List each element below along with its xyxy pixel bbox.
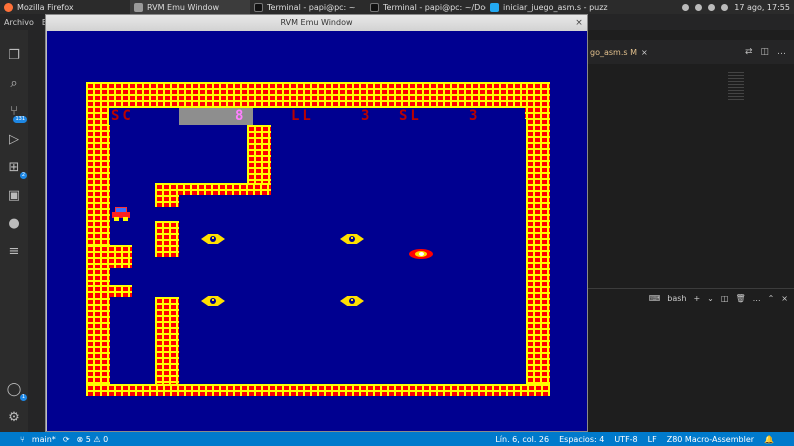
extensions-badge: 2 xyxy=(19,172,27,179)
end-of-line[interactable]: LF xyxy=(648,435,657,444)
emulator-titlebar[interactable]: RVM Emu Window × xyxy=(46,15,587,31)
firefox-icon xyxy=(4,2,13,12)
eye-enemy xyxy=(201,234,225,244)
branch-indicator[interactable]: main* xyxy=(32,435,56,444)
encoding[interactable]: UTF-8 xyxy=(614,435,637,444)
update-icon[interactable] xyxy=(721,3,729,11)
wall-bottom xyxy=(86,384,550,396)
stage-label: SL xyxy=(399,108,422,124)
run-debug-icon[interactable]: ▷ xyxy=(6,132,22,148)
split-terminal-icon[interactable]: ◫ xyxy=(721,294,729,303)
wall-pillar xyxy=(155,221,179,257)
taskbar-task-vscode[interactable]: iniciar_juego_asm.s - puzzle ... xyxy=(486,0,608,14)
branch-icon: ⑂ xyxy=(20,434,25,444)
task-label: Terminal - papi@pc: ~ xyxy=(267,2,356,12)
split-editor-icon[interactable]: ◫ xyxy=(760,47,769,57)
remote-icon[interactable]: ▣ xyxy=(6,188,22,204)
taskbar-task-terminal-docs[interactable]: Terminal - papi@pc: ~/Docu... xyxy=(366,0,486,14)
statusbar: ⑂ main* ⟳ ⊗ 5 ⚠ 0 Lín. 6, col. 26 Espaci… xyxy=(0,432,794,446)
more-icon[interactable]: … xyxy=(753,294,761,303)
taskbar: Mozilla Firefox RVM Emu Window Terminal … xyxy=(0,0,794,14)
wall-nub xyxy=(86,285,132,297)
menu-archivo[interactable]: Archivo xyxy=(4,18,34,27)
taskbar-task-rvm[interactable]: RVM Emu Window xyxy=(130,0,250,14)
emulator-window: RVM Emu Window × SC 8 LL 3 SL 3 xyxy=(45,14,588,432)
account-icon[interactable]: ◯ 1 xyxy=(6,382,27,401)
game-hud: SC 8 LL 3 SL 3 xyxy=(109,108,525,125)
eye-enemy xyxy=(340,296,364,306)
stage-value: 3 xyxy=(469,108,481,124)
language-mode[interactable]: Z80 Macro-Assembler xyxy=(667,435,754,444)
search-icon[interactable]: ⌕ xyxy=(6,76,22,92)
taskbar-task-terminal-home[interactable]: Terminal - papi@pc: ~ xyxy=(250,0,366,14)
close-icon[interactable]: × xyxy=(574,18,584,28)
level-value: 3 xyxy=(361,108,373,124)
terminal-icon xyxy=(254,2,263,12)
taskbar-task-firefox[interactable]: Mozilla Firefox xyxy=(0,0,130,14)
wall-inner-horizontal xyxy=(155,183,271,195)
source-control-icon[interactable]: ⑂ 131 xyxy=(6,104,27,123)
add-terminal-icon[interactable]: + xyxy=(693,294,700,303)
settings-gear-icon[interactable]: ⚙ xyxy=(6,410,22,426)
more-actions-icon[interactable]: … xyxy=(777,47,786,57)
wall-pillar-lower xyxy=(155,297,179,384)
explorer-icon[interactable]: ❐ xyxy=(6,48,22,64)
notifications-icon[interactable]: 🔔 xyxy=(764,435,774,444)
sync-icon[interactable]: ⟳ xyxy=(63,435,70,444)
network-icon[interactable] xyxy=(682,3,690,11)
problems-indicator[interactable]: ⊗ 5 ⚠ 0 xyxy=(77,435,109,444)
eye-enemy xyxy=(340,234,364,244)
account-badge: 1 xyxy=(19,394,27,401)
github-icon[interactable]: ● xyxy=(6,216,22,232)
editor-tab-active[interactable]: go_asm.s M xyxy=(588,48,637,57)
system-tray: 17 ago, 17:55 xyxy=(682,3,794,12)
volume-icon[interactable] xyxy=(708,3,716,11)
lives-box: 8 xyxy=(179,108,253,125)
eye-enemy xyxy=(201,296,225,306)
clock[interactable]: 17 ago, 17:55 xyxy=(734,3,790,12)
close-icon[interactable]: × xyxy=(781,294,788,303)
chevron-up-icon[interactable]: ⌃ xyxy=(768,294,775,303)
trash-icon[interactable]: 🗑 xyxy=(735,294,745,303)
terminal-toolbar: ⌨ bash + ⌄ ◫ 🗑 … ⌃ × xyxy=(588,288,794,308)
minimap[interactable] xyxy=(728,72,744,102)
task-label: RVM Emu Window xyxy=(147,2,220,12)
cursor-position[interactable]: Lín. 6, col. 26 xyxy=(495,435,549,444)
task-label: Mozilla Firefox xyxy=(17,2,74,12)
wall-left xyxy=(86,82,110,396)
score-label: SC xyxy=(111,108,134,124)
game-screen[interactable]: SC 8 LL 3 SL 3 xyxy=(47,31,587,431)
task-label: iniciar_juego_asm.s - puzzle ... xyxy=(503,2,608,12)
extensions-icon[interactable]: ⊞ 2 xyxy=(6,160,27,179)
task-label: Terminal - papi@pc: ~/Docu... xyxy=(383,2,486,12)
explorer-sidebar xyxy=(28,30,46,432)
activity-bar: ❐ ⌕ ⑂ 131 ▷ ⊞ 2 ▣ ● ≡ ◯ 1 ⚙ xyxy=(0,30,28,432)
level-label: LL xyxy=(291,108,314,124)
emulator-title: RVM Emu Window xyxy=(280,18,353,27)
terminal-icon xyxy=(370,2,379,12)
lives-value: 8 xyxy=(235,108,247,124)
source-control-badge: 131 xyxy=(13,116,27,123)
player-sprite xyxy=(112,207,130,221)
indentation[interactable]: Espacios: 4 xyxy=(559,435,604,444)
bell-icon[interactable] xyxy=(695,3,703,11)
vscode-icon xyxy=(490,2,499,12)
wall-inner-stub xyxy=(155,195,179,207)
wall-right xyxy=(526,82,550,396)
terminal-shell-label[interactable]: bash xyxy=(667,294,686,303)
database-icon[interactable]: ≡ xyxy=(6,244,22,260)
editor-tab-bar: go_asm.s M × ⇄ ◫ … xyxy=(588,40,794,64)
window-icon xyxy=(134,2,143,12)
compare-icon[interactable]: ⇄ xyxy=(745,47,753,57)
fireball-enemy xyxy=(409,249,433,259)
wall-nub xyxy=(86,245,132,268)
chevron-down-icon[interactable]: ⌄ xyxy=(707,294,714,303)
close-tab-icon[interactable]: × xyxy=(641,48,648,57)
terminal-icon: ⌨ xyxy=(648,294,661,303)
